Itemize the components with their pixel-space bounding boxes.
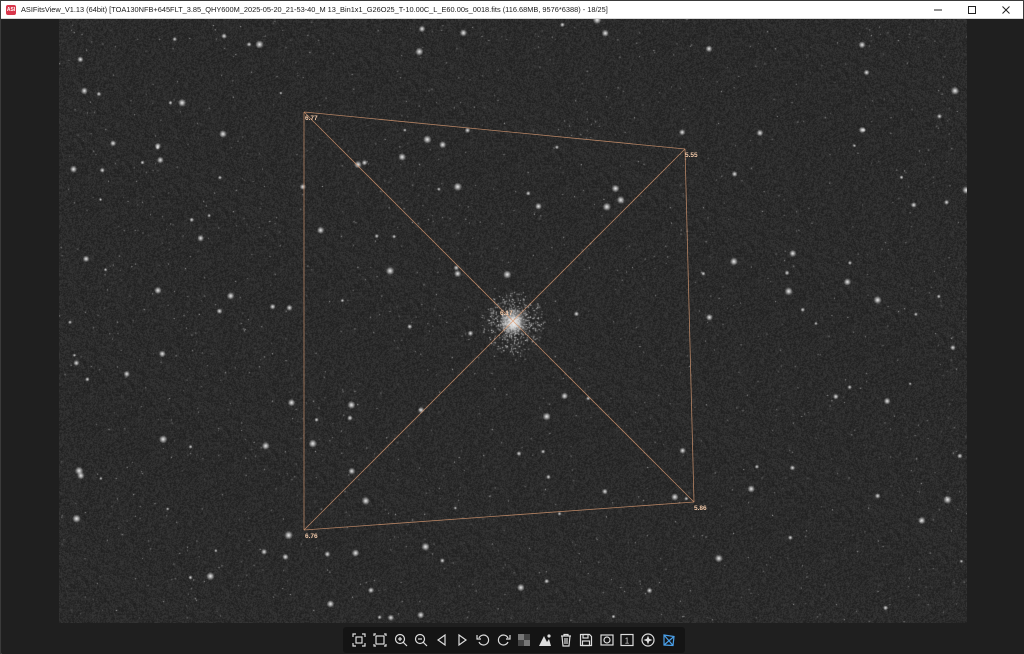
tilt-diagonal-2	[303, 148, 686, 531]
app-window: ASI ASIFitsView_V1.13 (64bit) [TOA130NFB…	[0, 0, 1024, 654]
tilt-frame	[303, 111, 695, 531]
delete-icon	[560, 633, 571, 647]
tilt-analysis-button[interactable]	[661, 632, 677, 648]
zoom-in-icon	[394, 633, 407, 647]
close-icon	[1002, 5, 1010, 14]
star-detect-button[interactable]	[640, 632, 656, 648]
minimize-button[interactable]	[921, 1, 955, 18]
previous-image-button[interactable]	[434, 632, 450, 648]
save-icon	[580, 633, 593, 647]
actual-size-icon	[373, 633, 387, 647]
tilt-analysis-overlay: 6.77 5.55 6.17 5.86 6.76	[303, 111, 707, 540]
fit-to-window-button[interactable]	[351, 632, 367, 648]
debayer-icon	[600, 634, 614, 646]
delete-button[interactable]	[558, 632, 574, 648]
bottom-toolbar: 1	[343, 627, 685, 653]
close-button[interactable]	[989, 1, 1023, 18]
tilt-edge-bottom	[303, 501, 695, 531]
histogram-button[interactable]	[537, 632, 553, 648]
rotate-left-icon	[476, 634, 490, 646]
previous-image-icon	[436, 633, 446, 647]
tilt-diagonal-1	[303, 111, 695, 503]
minimize-icon	[934, 9, 942, 10]
window-title: ASIFitsView_V1.13 (64bit) [TOA130NFB+645…	[21, 5, 608, 14]
one-to-one-icon: 1	[620, 633, 635, 647]
maximize-button[interactable]	[955, 1, 989, 18]
zoom-out-button[interactable]	[413, 632, 429, 648]
stretch-button[interactable]	[516, 632, 532, 648]
hfr-top-left: 6.77	[305, 115, 318, 122]
zoom-out-icon	[415, 633, 428, 647]
rotate-right-button[interactable]	[496, 632, 512, 648]
star-detect-icon	[641, 633, 655, 647]
rotate-right-icon	[497, 634, 511, 646]
hfr-bottom-right: 5.86	[694, 505, 707, 512]
next-image-button[interactable]	[454, 632, 470, 648]
debayer-button[interactable]	[599, 632, 615, 648]
save-button[interactable]	[578, 632, 594, 648]
tilt-edge-right	[684, 148, 695, 503]
app-icon: ASI	[6, 4, 16, 15]
stretch-icon	[518, 634, 531, 646]
app-icon-text: ASI	[6, 6, 16, 13]
image-viewport[interactable]: 6.77 5.55 6.17 5.86 6.76 1	[2, 19, 1024, 654]
fit-to-window-icon	[352, 633, 366, 647]
tilt-analysis-icon	[663, 634, 675, 647]
title-bar[interactable]: ASI ASIFitsView_V1.13 (64bit) [TOA130NFB…	[1, 1, 1023, 19]
actual-size-button[interactable]	[372, 632, 388, 648]
histogram-icon	[538, 634, 551, 646]
zoom-in-button[interactable]	[393, 632, 409, 648]
one-to-one-label: 1	[625, 637, 630, 646]
rotate-left-button[interactable]	[475, 632, 491, 648]
hfr-center: 6.17	[500, 310, 513, 317]
next-image-icon	[458, 633, 468, 647]
window-controls	[921, 1, 1023, 18]
hfr-top-right: 5.55	[685, 152, 698, 159]
maximize-icon	[968, 5, 976, 14]
fits-image[interactable]: 6.77 5.55 6.17 5.86 6.76	[59, 19, 967, 623]
hfr-bottom-left: 6.76	[305, 533, 318, 540]
one-to-one-button[interactable]: 1	[619, 632, 635, 648]
tilt-edge-top	[303, 111, 686, 150]
